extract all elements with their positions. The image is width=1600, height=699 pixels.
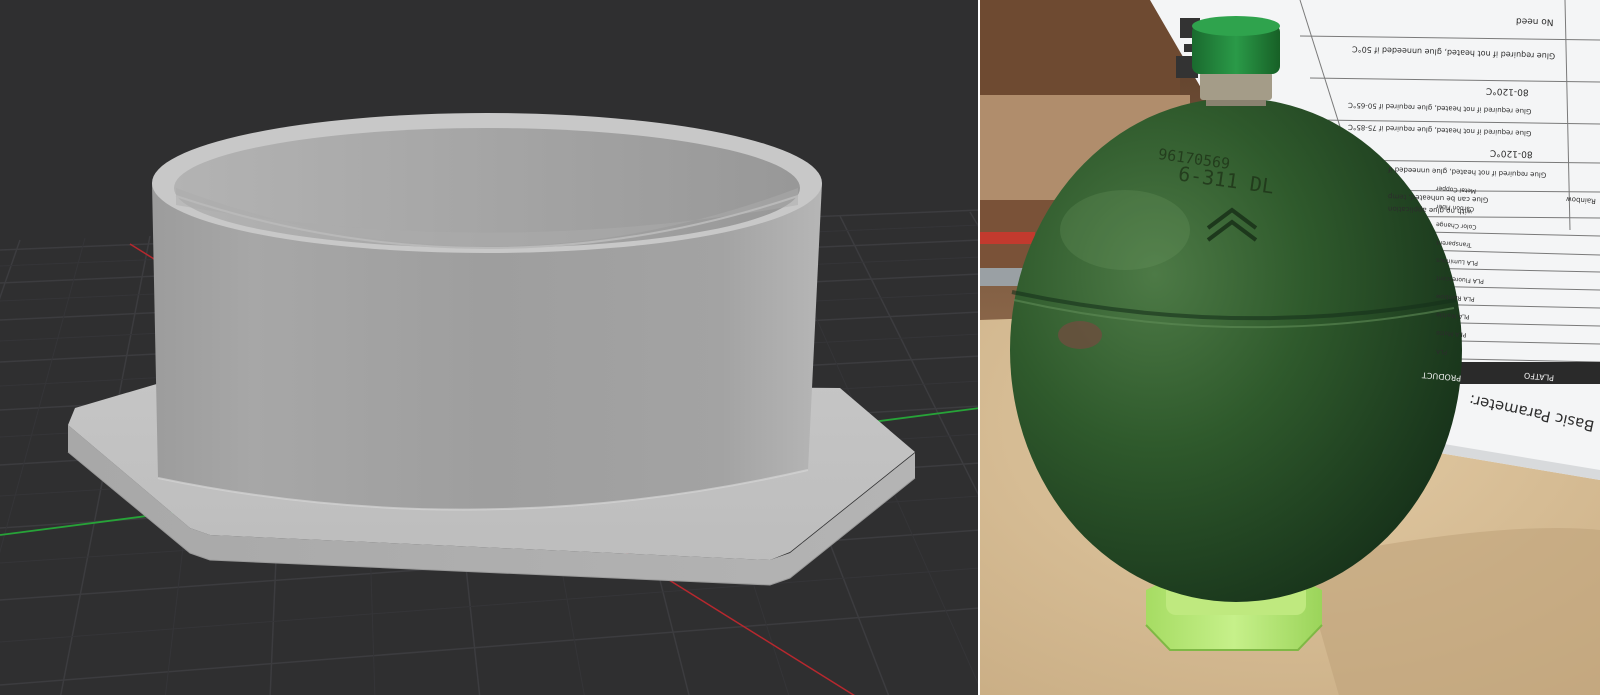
image-stage: 96170569 6-311 DL Basic Parameter: PRODU…: [0, 0, 1600, 699]
datasheet-row-1: No need: [1515, 15, 1554, 27]
cad-render-panel: [0, 0, 980, 699]
mount-cylinder: [152, 113, 822, 511]
datasheet-row-6: 80-120°C: [1489, 147, 1533, 159]
photo-scene: [980, 0, 1600, 699]
cad-viewport: [0, 0, 980, 699]
datasheet-row-3: 80-120°C: [1485, 85, 1529, 97]
bottom-border: [0, 695, 1600, 699]
sphere-cap: [1192, 16, 1280, 106]
datasheet-product-1: PLA: [1435, 347, 1448, 356]
photo-panel: 96170569 6-311 DL Basic Parameter: PRODU…: [980, 0, 1600, 699]
